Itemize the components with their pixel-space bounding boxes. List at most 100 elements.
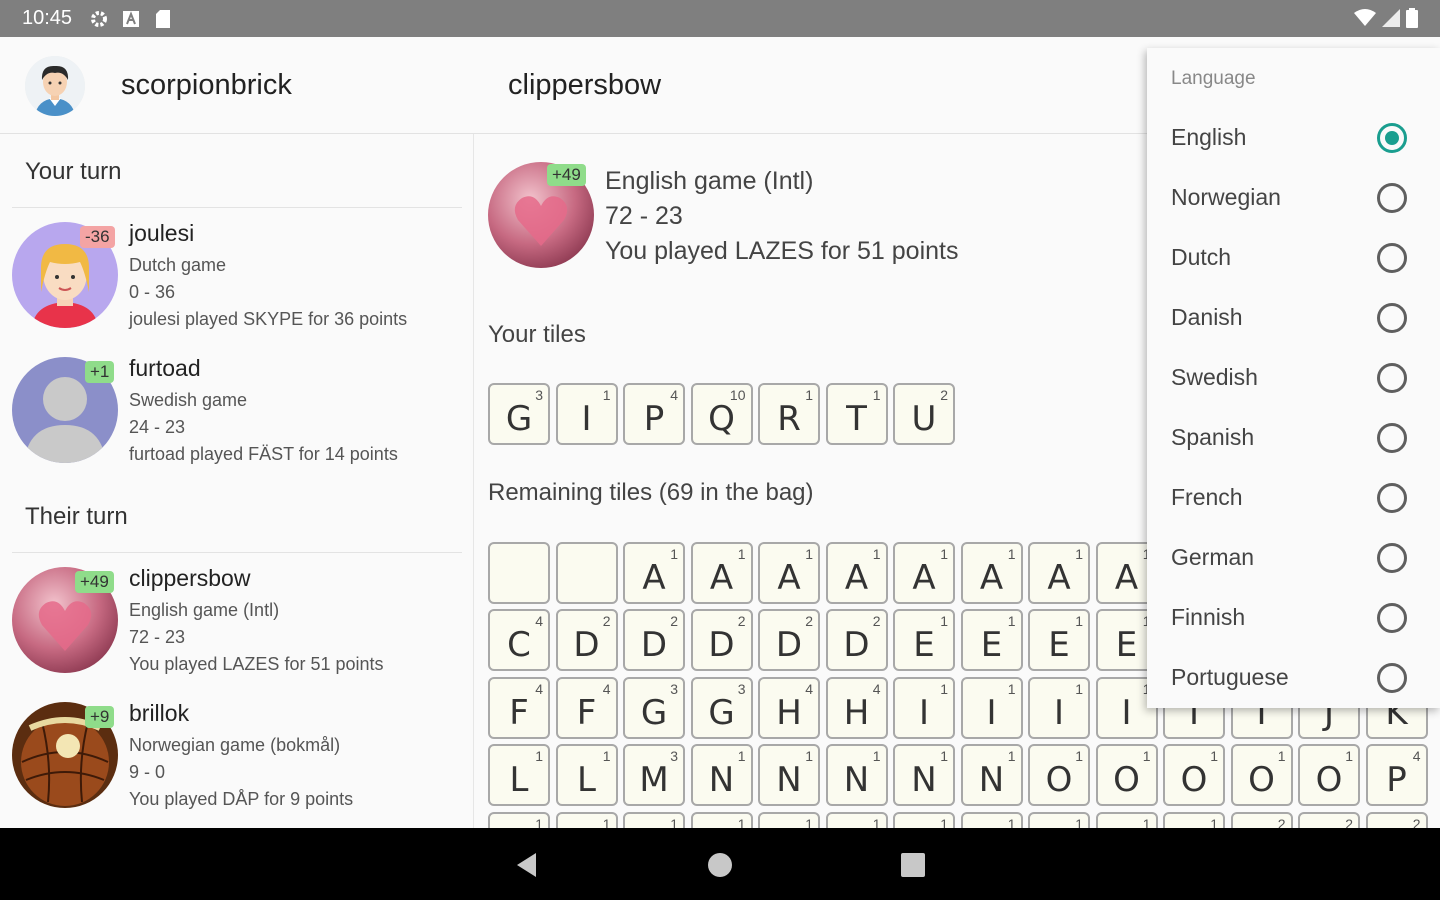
tile: I1 bbox=[960, 677, 1023, 739]
tile: O1 bbox=[1163, 744, 1225, 806]
game-item-furtoad[interactable]: +1 furtoad Swedish game 24 - 23 furtoad … bbox=[0, 347, 473, 477]
tile-score: 1 bbox=[940, 681, 948, 697]
tile bbox=[488, 542, 550, 604]
score-diff-badge: +49 bbox=[75, 571, 114, 593]
tile-letter: Q bbox=[708, 399, 735, 439]
radio-button[interactable] bbox=[1377, 243, 1407, 273]
tile-score: 3 bbox=[670, 748, 678, 764]
language-menu: Language English Norwegian Dutch Danish Swed… bbox=[1147, 48, 1440, 708]
game-last-move: furtoad played FÄST for 14 points bbox=[129, 444, 398, 464]
tile: I1 bbox=[555, 383, 618, 445]
back-icon[interactable] bbox=[514, 852, 540, 883]
gear-icon bbox=[90, 10, 108, 28]
tile: O1 bbox=[1230, 744, 1293, 806]
tile: F4 bbox=[555, 677, 618, 739]
tile-letter: G bbox=[505, 399, 533, 439]
tile: A1 bbox=[623, 542, 685, 604]
language-option-portuguese[interactable]: Portuguese bbox=[1147, 648, 1440, 708]
tile-letter: A bbox=[979, 558, 1004, 598]
user-name: scorpionbrick bbox=[121, 69, 292, 101]
tile: E1 bbox=[960, 609, 1023, 671]
tile-score: 1 bbox=[872, 387, 881, 403]
game-item-clippersbow[interactable]: +49 clippersbow English game (Intl) 72 -… bbox=[0, 557, 473, 687]
tile-score: 2 bbox=[737, 613, 746, 629]
tile-letter: G bbox=[640, 693, 668, 733]
radio-button[interactable] bbox=[1377, 123, 1407, 153]
tile-letter: I bbox=[1053, 693, 1065, 733]
game-opponent-name: clippersbow bbox=[129, 565, 251, 591]
tile-letter: A bbox=[844, 558, 869, 598]
tile-letter: A bbox=[709, 558, 734, 598]
tile-score: 1 bbox=[602, 748, 611, 764]
game-opponent-name: brillok bbox=[129, 700, 190, 726]
tile-letter: L bbox=[577, 760, 596, 800]
tile-score: 2 bbox=[670, 613, 678, 629]
tile-score: 1 bbox=[1075, 748, 1083, 764]
language-option-label: Portuguese bbox=[1171, 664, 1289, 690]
tile-score: 1 bbox=[1075, 681, 1083, 697]
language-option-german[interactable]: German bbox=[1147, 528, 1440, 588]
tile: 2 bbox=[1365, 812, 1428, 828]
radio-button[interactable] bbox=[1377, 483, 1407, 513]
tile: 2 bbox=[1230, 812, 1293, 828]
tile-letter: H bbox=[776, 693, 802, 733]
tile-score: 4 bbox=[1412, 748, 1421, 764]
tile-letter: A bbox=[1047, 558, 1071, 598]
language-option-spanish[interactable]: Spanish bbox=[1147, 408, 1440, 468]
divider bbox=[12, 207, 462, 208]
language-option-finnish[interactable]: Finnish bbox=[1147, 588, 1440, 648]
tile-score: 1 bbox=[670, 816, 678, 828]
language-option-danish[interactable]: Danish bbox=[1147, 288, 1440, 348]
tile-score: 1 bbox=[872, 546, 881, 562]
language-option-dutch[interactable]: Dutch bbox=[1147, 228, 1440, 288]
radio-button[interactable] bbox=[1377, 663, 1407, 693]
language-option-french[interactable]: French bbox=[1147, 468, 1440, 528]
game-title: English game (Intl) bbox=[605, 167, 814, 195]
tile: L1 bbox=[488, 744, 550, 806]
tile: P4 bbox=[1365, 744, 1428, 806]
tile-letter: I bbox=[581, 399, 592, 439]
radio-button[interactable] bbox=[1377, 303, 1407, 333]
radio-button[interactable] bbox=[1377, 543, 1407, 573]
tile-score: 3 bbox=[670, 681, 678, 697]
sd-card-icon bbox=[154, 9, 172, 28]
tile-score: 1 bbox=[1277, 748, 1286, 764]
tile-letter: O bbox=[1248, 760, 1275, 800]
tile: D2 bbox=[758, 609, 820, 671]
game-item-joulesi[interactable]: -36 joulesi Dutch game 0 - 36 joulesi pl… bbox=[0, 212, 473, 342]
tile-score: 1 bbox=[1142, 748, 1151, 764]
tile: A1 bbox=[960, 542, 1023, 604]
tile-letter: H bbox=[843, 693, 870, 733]
tile-letter: N bbox=[911, 760, 937, 800]
divider bbox=[12, 552, 462, 553]
language-option-label: German bbox=[1171, 544, 1255, 570]
tile-score: 1 bbox=[1210, 816, 1218, 828]
game-score: 0 - 36 bbox=[129, 282, 176, 302]
tile-score: 1 bbox=[535, 748, 543, 764]
radio-button[interactable] bbox=[1377, 603, 1407, 633]
game-last-move: You played LAZES for 51 points bbox=[605, 237, 959, 265]
radio-button[interactable] bbox=[1377, 183, 1407, 213]
radio-button[interactable] bbox=[1377, 423, 1407, 453]
radio-button[interactable] bbox=[1377, 363, 1407, 393]
tile: A1 bbox=[1028, 542, 1090, 604]
game-item-brillok[interactable]: +9 brillok Norwegian game (bokmål) 9 - 0… bbox=[0, 692, 473, 822]
language-option-english[interactable]: English bbox=[1147, 108, 1440, 168]
user-avatar[interactable] bbox=[25, 56, 85, 116]
home-icon[interactable] bbox=[707, 852, 733, 883]
language-option-label: French bbox=[1171, 484, 1243, 510]
tile: E1 bbox=[1028, 609, 1090, 671]
tile: D2 bbox=[623, 609, 685, 671]
tile: H4 bbox=[825, 677, 888, 739]
tile-score: 1 bbox=[1007, 748, 1016, 764]
game-last-move: joulesi played SKYPE for 36 points bbox=[129, 309, 408, 329]
recents-icon[interactable] bbox=[900, 852, 926, 883]
their-turn-heading: Their turn bbox=[25, 503, 128, 530]
tile: I1 bbox=[893, 677, 955, 739]
battery-icon bbox=[1406, 8, 1418, 34]
language-option-norwegian[interactable]: Norwegian bbox=[1147, 168, 1440, 228]
language-option-label: Finnish bbox=[1171, 604, 1246, 630]
tile-letter: E bbox=[980, 625, 1003, 665]
tile: Q 10 bbox=[690, 383, 753, 445]
language-option-swedish[interactable]: Swedish bbox=[1147, 348, 1440, 408]
